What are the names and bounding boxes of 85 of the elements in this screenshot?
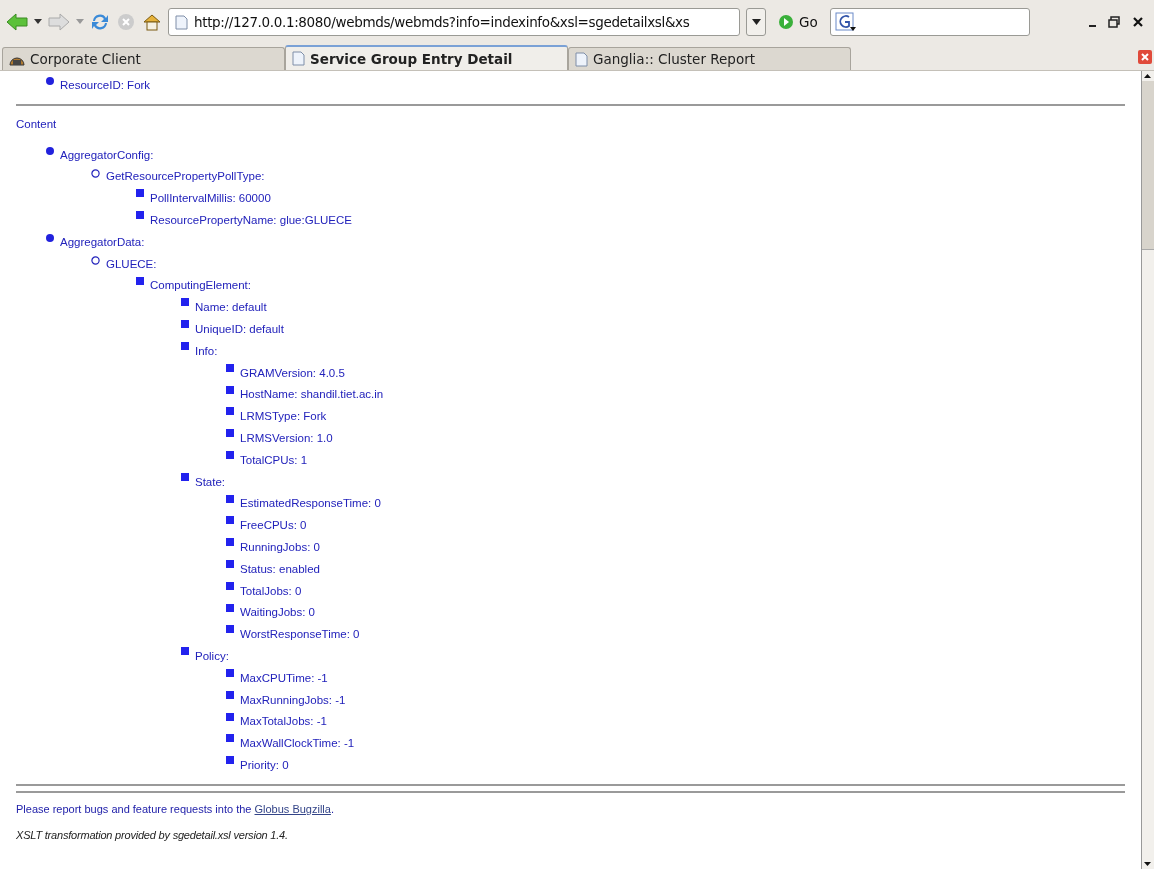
- square-bullet-icon: [181, 647, 189, 656]
- square-bullet-icon: [226, 538, 234, 547]
- disc-bullet-icon: [46, 234, 54, 242]
- section-title: Content: [16, 117, 58, 130]
- browser-tab[interactable]: Ganglia:: Cluster Report: [568, 47, 851, 70]
- square-bullet-icon: [226, 734, 234, 743]
- square-bullet-icon: [226, 581, 234, 590]
- square-bullet-icon: [181, 298, 189, 307]
- tree-item: GRAMVersion: 4.0.5: [240, 366, 345, 379]
- tree-item: AggregatorConfig:: [60, 148, 154, 161]
- tree-item: MaxCPUTime: -1: [240, 671, 328, 684]
- tree-item: ComputingElement:: [150, 279, 251, 292]
- go-button[interactable]: Go: [772, 14, 824, 30]
- history-dropdown-button[interactable]: [746, 8, 766, 36]
- circle-bullet-icon: [91, 168, 100, 178]
- square-bullet-icon: [226, 668, 234, 677]
- page-icon: [575, 51, 588, 67]
- tree-item: GetResourcePropertyPollType:: [106, 170, 265, 183]
- tree-item: PollIntervalMillis: 60000: [150, 192, 271, 205]
- tree-item: RunningJobs: 0: [240, 541, 320, 554]
- address-field[interactable]: http://127.0.0.1:8080/webmds/webmds?info=indexinfo&xsl=sgedetailxsl&xs: [168, 8, 740, 36]
- scrollbar[interactable]: [1141, 71, 1154, 869]
- tree-item: Info:: [195, 344, 218, 357]
- square-bullet-icon: [226, 690, 234, 699]
- caret-icon: [751, 19, 761, 25]
- tree-item: ResourcePropertyName: glue:GLUECE: [150, 214, 352, 227]
- tree-item: WorstResponseTime: 0: [240, 628, 360, 641]
- tree-item: Policy:: [195, 650, 229, 662]
- square-bullet-icon: [181, 341, 189, 350]
- tree-item: State:: [195, 475, 226, 488]
- square-bullet-icon: [226, 516, 234, 525]
- search-field[interactable]: [829, 8, 1030, 36]
- browser-tab[interactable]: Service Group Entry Detail: [285, 45, 568, 70]
- xslt-note: XSLT transformation provided by sgedetail.xsl version 1.4.: [16, 828, 289, 841]
- caret-icon: [76, 19, 84, 25]
- tree-item: UniqueID: default: [195, 323, 284, 336]
- tree-item: Name: default: [195, 301, 267, 314]
- square-bullet-icon: [136, 189, 144, 198]
- tree-item: HostName: shandil.tiet.ac.in: [240, 388, 384, 401]
- caret-icon: [34, 19, 42, 25]
- square-bullet-icon: [181, 472, 189, 481]
- tree-item: Priority: 0: [240, 759, 289, 771]
- disc-bullet-icon: [46, 77, 54, 85]
- scrollbar-thumb[interactable]: [1142, 81, 1154, 250]
- tree-item: AggregatorData:: [60, 235, 145, 248]
- square-bullet-icon: [226, 385, 234, 394]
- tree-item: MaxWallClockTime: -1: [240, 737, 355, 750]
- bugzilla-link[interactable]: Globus Bugzilla: [254, 802, 331, 815]
- tree-item: GLUECE:: [106, 257, 157, 270]
- square-bullet-icon: [226, 363, 234, 372]
- close-tab-button[interactable]: [1138, 49, 1152, 65]
- tree-item: Status: enabled: [240, 562, 320, 575]
- square-bullet-icon: [226, 407, 234, 416]
- square-bullet-icon: [226, 494, 234, 503]
- tree-item: EstimatedResponseTime: 0: [240, 497, 381, 510]
- tree-item: MaxTotalJobs: -1: [240, 715, 327, 728]
- tree-item: LRMSType: Fork: [240, 410, 327, 423]
- tree-item: TotalCPUs: 1: [240, 453, 308, 466]
- search-engine-icon: [834, 12, 857, 32]
- square-bullet-icon: [226, 603, 234, 612]
- play-icon: [778, 14, 794, 30]
- page-icon: [292, 51, 305, 66]
- square-bullet-icon: [226, 429, 234, 438]
- minimize-icon: [1089, 25, 1096, 27]
- tree-item: MaxRunningJobs: -1: [240, 693, 346, 706]
- tree-item: ResourceID: Fork: [60, 78, 151, 91]
- square-bullet-icon: [226, 450, 234, 459]
- bug-report-text: Please report bugs and feature requests into the Globus Bugzilla.: [16, 802, 335, 815]
- close-icon: [1132, 16, 1144, 28]
- square-bullet-icon: [136, 211, 144, 220]
- tree-item: TotalJobs: 0: [240, 584, 302, 597]
- square-bullet-icon: [226, 712, 234, 721]
- square-bullet-icon: [226, 756, 234, 765]
- tree-item: WaitingJobs: 0: [240, 606, 315, 619]
- circle-bullet-icon: [91, 255, 100, 265]
- tree-item: LRMSVersion: 1.0: [240, 432, 333, 445]
- square-bullet-icon: [226, 559, 234, 568]
- square-bullet-icon: [181, 320, 189, 329]
- page-icon: [175, 14, 188, 30]
- tree-item: FreeCPUs: 0: [240, 519, 307, 532]
- scroll-down-icon: [1142, 859, 1153, 869]
- disc-bullet-icon: [46, 146, 54, 155]
- square-bullet-icon: [226, 625, 234, 634]
- square-bullet-icon: [136, 276, 144, 285]
- browser-tab[interactable]: Corporate Client: [2, 47, 285, 70]
